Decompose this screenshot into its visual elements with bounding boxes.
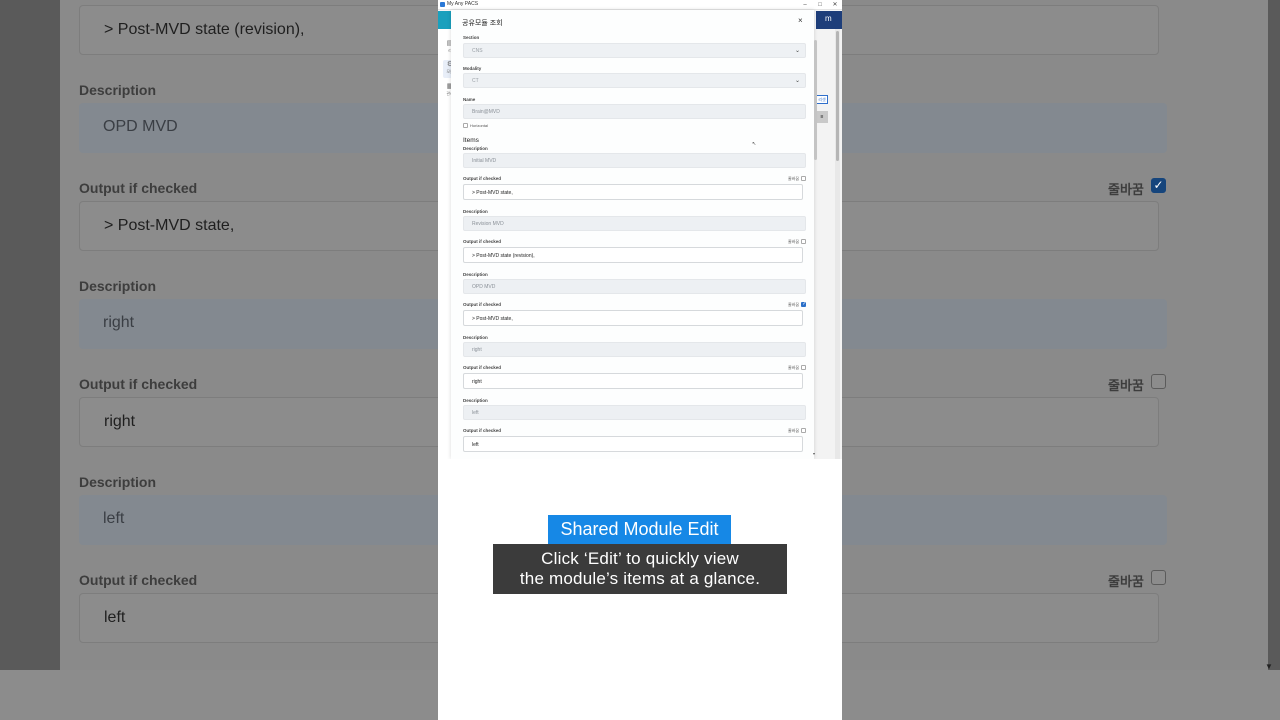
item-linebreak-checkbox[interactable] [801,301,807,307]
app-window: My Any PACS – □ ✕ ▤ 리 ⚙ 모듈 ▦ 관리 m 리셋 ≡ 공… [438,0,842,459]
background-linebreak-label: 줄바꿈 [1108,574,1144,589]
horizontal-checkbox[interactable] [463,123,468,128]
name-value: Brain@MVD [472,109,500,115]
background-label: Description [79,474,157,490]
mouse-cursor-icon: ↖ [752,141,757,147]
video-center-column: My Any PACS – □ ✕ ▤ 리 ⚙ 모듈 ▦ 관리 m 리셋 ≡ 공… [438,0,842,720]
item-output-label: Output if checked [463,239,502,244]
dialog-close-icon[interactable]: × [798,16,803,25]
background-field-value: right [104,413,136,430]
item-output-label: Output if checked [463,302,502,307]
dialog-scrollbar[interactable]: ▾ [813,40,817,459]
item-output-field[interactable]: right [463,373,803,389]
item-output-value: right [472,378,482,385]
background-label: Description [79,82,157,98]
caption-line-2: the module’s items at a glance. [519,569,761,588]
item-linebreak-label: 줄바꿈 [788,302,800,307]
background-linebreak-checkbox: ✓ [1151,178,1166,193]
item-output-label: Output if checked [463,428,502,433]
item-description-value: left [472,410,479,416]
scroll-down-icon[interactable]: ▾ [813,451,815,456]
item-description-field[interactable]: left [463,405,806,420]
section-value: CNS [472,48,483,54]
item-linebreak-label: 줄바꿈 [788,176,800,181]
modality-value: CT [472,78,479,84]
name-field[interactable]: Brain@MVD [463,104,806,119]
background-label: Description [79,278,157,294]
item-linebreak-label: 줄바꿈 [788,428,800,433]
maximize-button[interactable]: □ [814,0,826,10]
page-scrollbar[interactable] [835,29,840,459]
background-scroll-down-icon: ▼ [1265,662,1273,671]
shared-module-dialog: 공유모듈 조회 × Section CNS ⌄ Modality CT ⌄ Na… [451,10,817,459]
caption-title: Shared Module Edit [548,515,731,544]
item-linebreak-checkbox[interactable] [801,365,806,370]
dialog-title: 공유모듈 조회 [462,20,503,27]
name-label: Name [463,97,476,102]
background-label: Output if checked [79,180,198,196]
background-field-value: left [103,510,125,527]
section-select[interactable]: CNS ⌄ [463,43,806,58]
item-description-field[interactable]: Initial MVD [463,153,806,168]
background-menu-button[interactable]: ≡ [816,111,828,123]
chevron-down-icon: ⌄ [795,78,801,84]
item-description-value: right [472,347,482,353]
background-linebreak-checkbox [1151,374,1166,389]
item-description-field[interactable]: Revision MVD [463,216,806,231]
item-description-label: Description [463,335,488,340]
background-field-value: right [103,314,135,331]
item-description-value: Initial MVD [472,158,497,164]
section-label: Section [463,35,480,40]
item-description-label: Description [463,398,488,403]
minimize-button[interactable]: – [799,0,811,10]
item-description-label: Description [463,209,488,214]
background-field-value: OPD MVD [103,118,178,135]
background-field-value: > Post-MVD state (revision), [104,21,305,38]
item-output-field[interactable]: > Post-MVD state (revision), [463,247,803,263]
window-title: My Any PACS [447,1,479,7]
item-output-label: Output if checked [463,365,502,370]
item-linebreak-checkbox[interactable] [801,176,806,181]
app-logo-icon [440,2,445,7]
background-action-button[interactable]: 리셋 [816,95,828,104]
background-field-value: > Post-MVD state, [104,217,235,234]
item-linebreak-label: 줄바꿈 [788,239,800,244]
window-close-button[interactable]: ✕ [829,0,841,10]
item-description-field[interactable]: right [463,342,806,357]
background-field-value: left [104,609,126,626]
item-output-field[interactable]: > Post-MVD state, [463,310,803,326]
modality-label: Modality [463,66,482,71]
item-output-value: left [472,441,479,448]
user-avatar-initial: m [825,14,832,23]
items-heading: Items [463,137,479,144]
item-linebreak-label: 줄바꿈 [788,365,800,370]
background-linebreak-label: 줄바꿈 [1108,182,1144,197]
window-titlebar: My Any PACS – □ ✕ [438,0,842,10]
caption-body: Click ‘Edit’ to quickly view the module’… [493,544,787,594]
chevron-down-icon: ⌄ [795,48,801,54]
background-label: Output if checked [79,572,198,588]
item-description-value: Revision MVD [472,221,504,227]
item-description-field[interactable]: OPD MVD [463,279,806,294]
item-output-value: > Post-MVD state, [472,315,513,322]
user-menu-button[interactable]: m [816,11,842,29]
item-description-label: Description [463,272,488,277]
item-description-label: Description [463,146,488,151]
background-label: Output if checked [79,376,198,392]
item-output-value: > Post-MVD state, [472,189,513,196]
item-linebreak-checkbox[interactable] [801,428,806,433]
horizontal-label: Horizontal [470,123,489,128]
background-linebreak-checkbox [1151,570,1166,585]
item-output-label: Output if checked [463,176,502,181]
item-output-field[interactable]: > Post-MVD state, [463,184,803,200]
item-output-value: > Post-MVD state (revision), [472,252,535,259]
dialog-scroll-thumb[interactable] [814,40,817,160]
item-description-value: OPD MVD [472,284,496,290]
item-linebreak-checkbox[interactable] [801,239,806,244]
scroll-thumb[interactable] [836,31,839,161]
modality-select[interactable]: CT ⌄ [463,73,806,88]
background-linebreak-label: 줄바꿈 [1108,378,1144,393]
item-output-field[interactable]: left [463,436,803,452]
caption-line-1: Click ‘Edit’ to quickly view [541,549,739,568]
